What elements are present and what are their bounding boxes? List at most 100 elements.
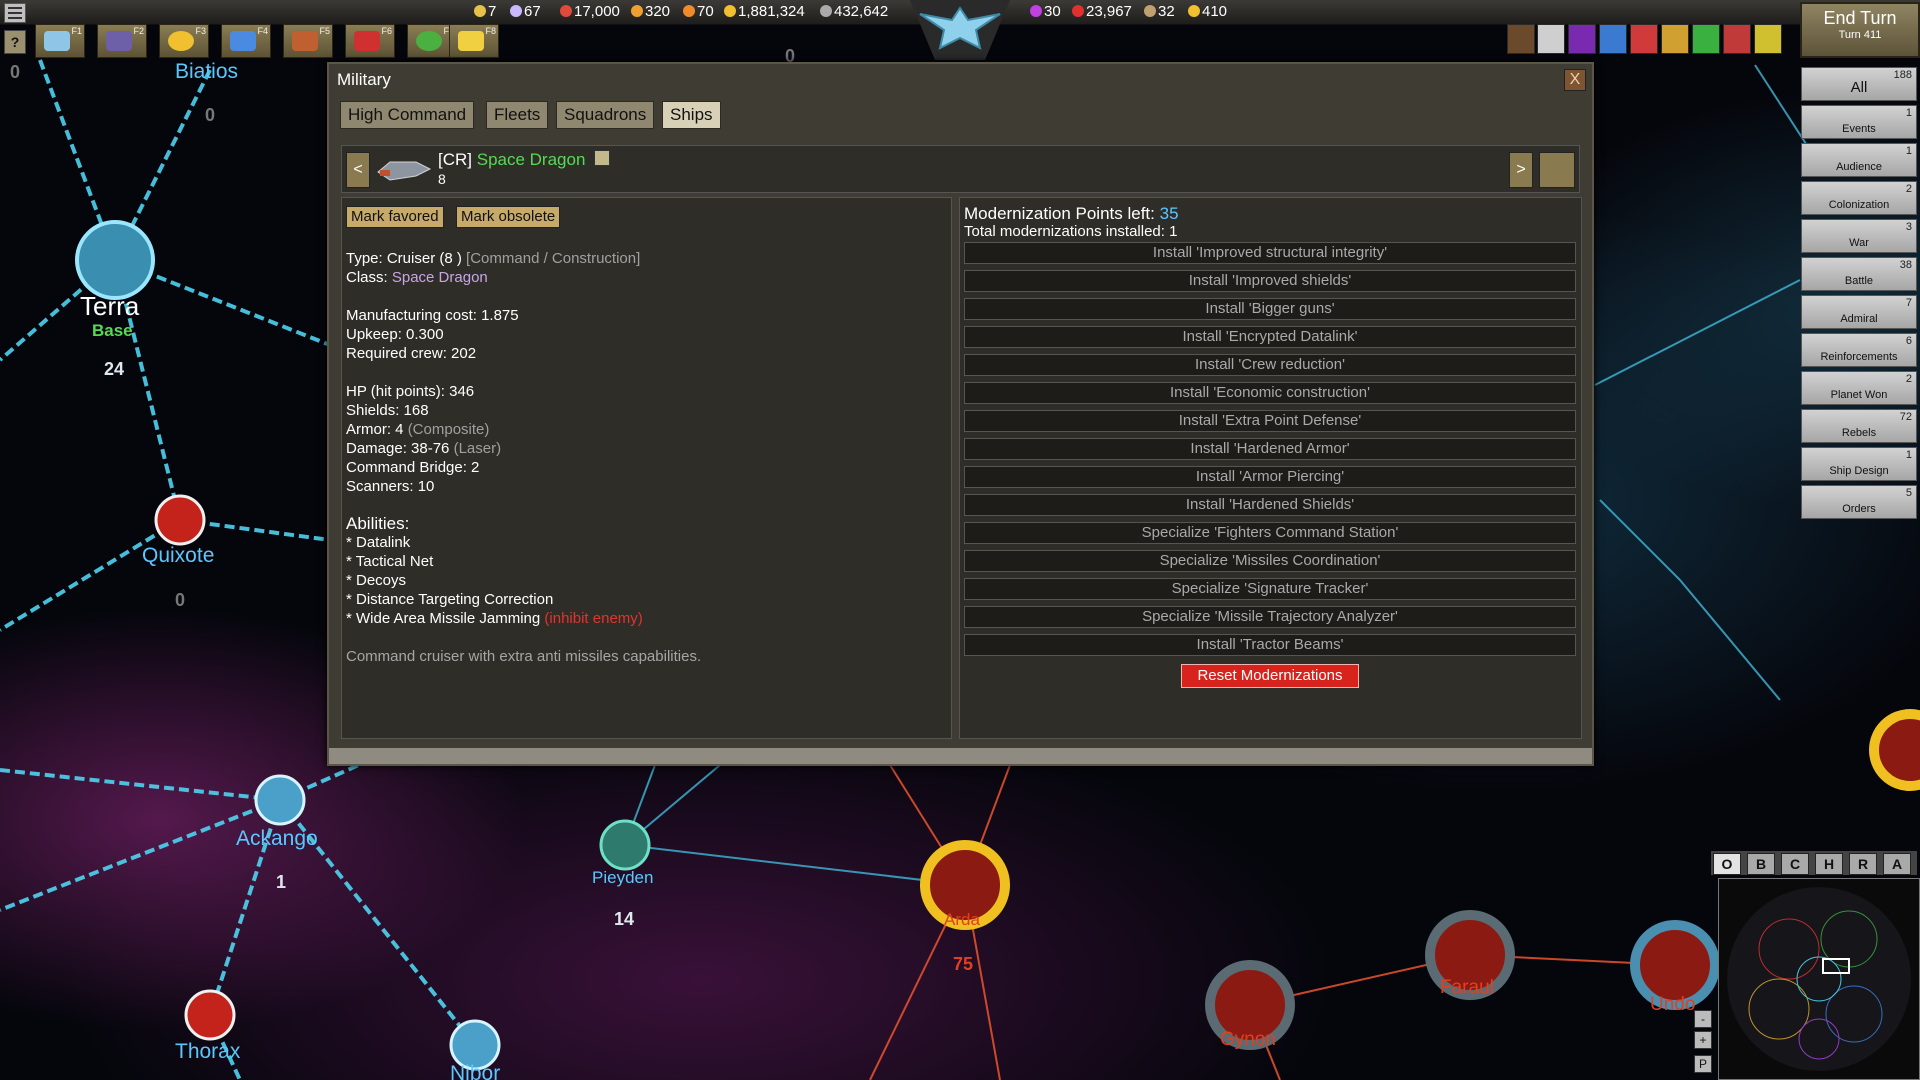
event-count: 6	[1905, 335, 1912, 347]
faction-2-icon[interactable]	[1537, 24, 1565, 54]
rename-icon[interactable]	[594, 150, 611, 166]
resource-value: 17,000	[574, 3, 620, 20]
fkey-f8-button[interactable]: F8	[449, 24, 499, 58]
event-filter-reinforcements[interactable]: Reinforcements 6	[1801, 333, 1917, 367]
modernization-option[interactable]: Install 'Extra Point Defense'	[964, 410, 1576, 432]
stat-armor: Armor: 4 (Composite)	[346, 421, 489, 438]
end-turn-button[interactable]: End Turn Turn 411	[1800, 2, 1920, 58]
faction-3-icon[interactable]	[1568, 24, 1596, 54]
terra-planet	[75, 220, 155, 300]
modernization-option[interactable]: Install 'Armor Piercing'	[964, 466, 1576, 488]
faction-5-icon[interactable]	[1630, 24, 1658, 54]
modernization-option[interactable]: Install 'Encrypted Datalink'	[964, 326, 1576, 348]
event-name: All	[1850, 79, 1868, 96]
fkey-f3-button[interactable]: F3	[159, 24, 209, 58]
tab-high-command[interactable]: High Command	[340, 101, 475, 129]
faction-9-icon[interactable]	[1754, 24, 1782, 54]
fkey-label: F3	[195, 26, 206, 36]
minimap-filter-h[interactable]: H	[1815, 853, 1843, 875]
event-filter-all[interactable]: All 188	[1801, 67, 1917, 101]
fkey-f4-button[interactable]: F4	[221, 24, 271, 58]
tab-ships[interactable]: Ships	[662, 101, 721, 129]
modernization-option[interactable]: Specialize 'Fighters Command Station'	[964, 522, 1576, 544]
minimap-filter-o[interactable]: O	[1713, 853, 1741, 875]
reset-modernizations-button[interactable]: Reset Modernizations	[1181, 664, 1359, 688]
fkey-label: F1	[71, 26, 82, 36]
modernization-option[interactable]: Specialize 'Missiles Coordination'	[964, 550, 1576, 572]
modernization-option[interactable]: Install 'Improved shields'	[964, 270, 1576, 292]
points-value: 35	[1159, 204, 1179, 223]
event-filter-war[interactable]: War 3	[1801, 219, 1917, 253]
mark-obsolete-button[interactable]: Mark obsolete	[456, 206, 561, 228]
event-filter-battle[interactable]: Battle 38	[1801, 257, 1917, 291]
resource-influence: 7	[474, 3, 496, 20]
faction-7-icon[interactable]	[1692, 24, 1720, 54]
planet-label-gynon: Gynon	[1220, 1029, 1276, 1050]
end-turn-label: End Turn	[1823, 8, 1897, 28]
stat-bridge: Command Bridge: 2	[346, 459, 480, 476]
fkey-f5-button[interactable]: F5	[283, 24, 333, 58]
resource-value: 7	[488, 3, 497, 20]
minimap[interactable]	[1718, 878, 1920, 1080]
minimap-filter-r[interactable]: R	[1849, 853, 1877, 875]
quixote-planet	[154, 494, 206, 546]
damage-type: (Laser)	[453, 440, 502, 457]
resource-credits: 1,881,324	[724, 3, 805, 20]
minimap-p-button[interactable]: P	[1694, 1055, 1712, 1073]
empire-emblem-icon[interactable]	[910, 0, 1010, 60]
undo-planet	[1630, 920, 1720, 1010]
main-menu-icon[interactable]	[4, 3, 26, 23]
modernization-option[interactable]: Specialize 'Missile Trajectory Analyzer'	[964, 606, 1576, 628]
biatios-count: 0	[205, 105, 215, 125]
planet-label-quixote: Quixote	[142, 544, 214, 567]
minimap-filter-c[interactable]: C	[1781, 853, 1809, 875]
modernization-option[interactable]: Install 'Hardened Shields'	[964, 494, 1576, 516]
modernization-option[interactable]: Install 'Improved structural integrity'	[964, 242, 1576, 264]
faction-8-icon[interactable]	[1723, 24, 1751, 54]
resource-value: 32	[1158, 3, 1175, 20]
event-filter-audience[interactable]: Audience 1	[1801, 143, 1917, 177]
tab-fleets[interactable]: Fleets	[486, 101, 549, 129]
modernization-option[interactable]: Install 'Tractor Beams'	[964, 634, 1576, 656]
ships-icon	[510, 5, 522, 17]
fkey-f6-button[interactable]: F6	[345, 24, 395, 58]
faction-4-icon[interactable]	[1599, 24, 1627, 54]
ship-details-panel: Mark favored Mark obsolete Type: Cruiser…	[341, 197, 952, 739]
faction-6-icon[interactable]	[1661, 24, 1689, 54]
minimap-filter-b[interactable]: B	[1747, 853, 1775, 875]
mark-favored-button[interactable]: Mark favored	[346, 206, 444, 228]
pieyden-fleet-count: 14	[614, 909, 634, 929]
help-button[interactable]: ?	[4, 30, 26, 54]
previous-ship-button[interactable]: <	[346, 152, 370, 188]
next-ship-button[interactable]: >	[1509, 152, 1533, 188]
close-button[interactable]: X	[1564, 69, 1586, 91]
modernization-option[interactable]: Install 'Hardened Armor'	[964, 438, 1576, 460]
event-filter-orders[interactable]: Orders 5	[1801, 485, 1917, 519]
modernization-option[interactable]: Install 'Economic construction'	[964, 382, 1576, 404]
back-arrow-icon[interactable]	[1539, 152, 1575, 188]
tab-squadrons[interactable]: Squadrons	[556, 101, 655, 129]
event-filter-admiral[interactable]: Admiral 7	[1801, 295, 1917, 329]
event-filter-ship-design[interactable]: Ship Design 1	[1801, 447, 1917, 481]
ship-count: 8	[438, 171, 446, 187]
event-count: 7	[1905, 297, 1912, 309]
zoom-out-button[interactable]: -	[1694, 1010, 1712, 1028]
event-filter-rebels[interactable]: Rebels 72	[1801, 409, 1917, 443]
event-name: Battle	[1844, 275, 1874, 287]
ship-selector: < [CR] Space Dragon 8 >	[341, 145, 1580, 193]
event-name: Orders	[1842, 503, 1876, 515]
modernization-option[interactable]: Install 'Crew reduction'	[964, 354, 1576, 376]
event-filter-colonization[interactable]: Colonization 2	[1801, 181, 1917, 215]
modernization-option[interactable]: Specialize 'Signature Tracker'	[964, 578, 1576, 600]
faction-1-icon[interactable]	[1507, 24, 1535, 54]
event-filter-planet-won[interactable]: Planet Won 2	[1801, 371, 1917, 405]
event-filter-events[interactable]: Events 1	[1801, 105, 1917, 139]
fkey-f2-button[interactable]: F2	[97, 24, 147, 58]
zoom-in-button[interactable]: +	[1694, 1031, 1712, 1049]
fkey-f1-button[interactable]: F1	[35, 24, 85, 58]
modernization-option[interactable]: Install 'Bigger guns'	[964, 298, 1576, 320]
event-count: 38	[1899, 259, 1912, 271]
minimap-filter-a[interactable]: A	[1883, 853, 1911, 875]
planet-label-pieyden: Pieyden	[592, 868, 653, 887]
event-count: 2	[1905, 373, 1912, 385]
